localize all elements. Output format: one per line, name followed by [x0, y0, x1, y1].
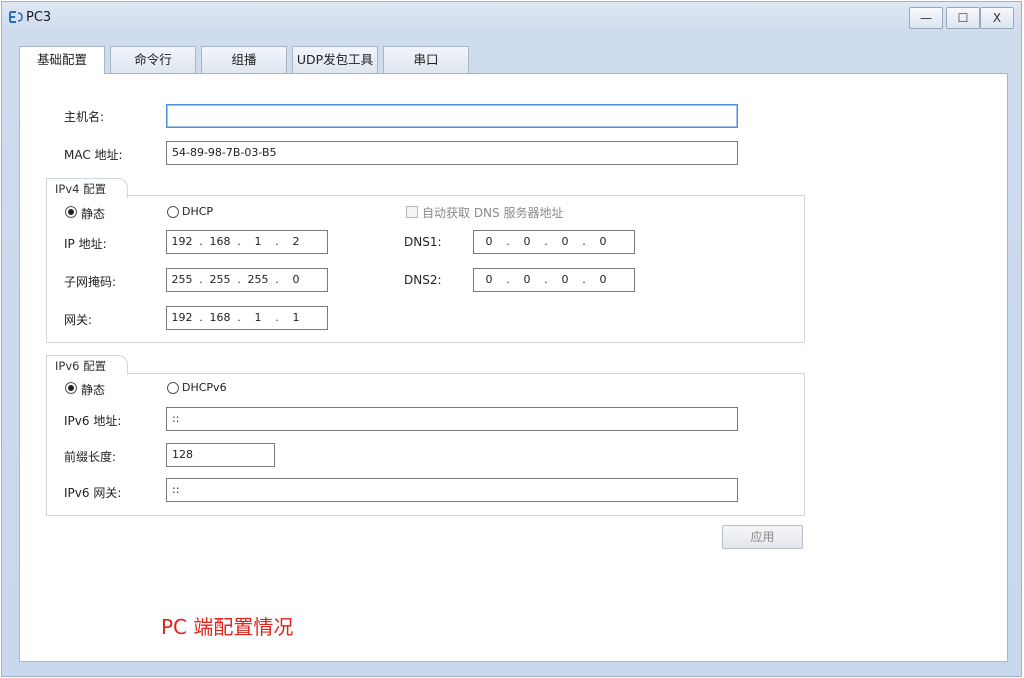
- pc3-window: PC3 — ☐ X 基础配置 命令行 组播 UDP发包工具 串口 主机名: MA…: [1, 1, 1022, 677]
- ipv4-dhcp-label: DHCP: [182, 205, 214, 218]
- subnet-mask-label: 子网掩码:: [64, 275, 117, 289]
- hostname-input[interactable]: [166, 104, 738, 128]
- minimize-icon: —: [920, 11, 932, 25]
- mac-field: 54-89-98-7B-03-B5: [166, 141, 738, 165]
- apply-button[interactable]: 应用: [722, 525, 803, 549]
- ipv4-static-label: 静态: [81, 207, 106, 221]
- mask-octet: 255: [209, 273, 231, 286]
- ip-address-label: IP 地址:: [64, 237, 107, 251]
- tab-multicast[interactable]: 组播: [201, 46, 287, 73]
- ip-address-input[interactable]: 192. 168. 1. 2: [166, 230, 328, 254]
- gateway-octet: 1: [254, 311, 262, 324]
- maximize-icon: ☐: [957, 11, 969, 25]
- ipv4-dhcp-radio[interactable]: [167, 206, 179, 218]
- ipv4-group-title: IPv4 配置: [46, 178, 128, 198]
- ipv6-group-title: IPv6 配置: [46, 355, 128, 375]
- ip-octet: 168: [209, 235, 231, 248]
- ipv6-dhcp-radio[interactable]: [167, 382, 179, 394]
- tab-udp-tool[interactable]: UDP发包工具: [292, 46, 378, 73]
- ipv6-gateway-label: IPv6 网关:: [64, 486, 122, 500]
- ipv6-address-input[interactable]: ::: [166, 407, 738, 431]
- dns2-octet: 0: [523, 273, 531, 286]
- tab-serial[interactable]: 串口: [383, 46, 469, 73]
- dns1-octet: 0: [599, 235, 607, 248]
- hostname-label: 主机名:: [64, 110, 105, 124]
- close-button[interactable]: X: [980, 7, 1014, 29]
- close-icon: X: [992, 11, 1002, 25]
- ipv6-gateway-input[interactable]: ::: [166, 478, 738, 502]
- mask-octet: 0: [292, 273, 300, 286]
- subnet-mask-input[interactable]: 255. 255. 255. 0: [166, 268, 328, 292]
- ip-octet: 2: [292, 235, 300, 248]
- dns2-label: DNS2:: [404, 273, 442, 287]
- gateway-input[interactable]: 192. 168. 1. 1: [166, 306, 328, 330]
- dns2-octet: 0: [599, 273, 607, 286]
- ipv6-address-label: IPv6 地址:: [64, 414, 122, 428]
- dns1-input[interactable]: 0. 0. 0. 0: [473, 230, 635, 254]
- minimize-button[interactable]: —: [909, 7, 943, 29]
- ip-octet: 192: [171, 235, 193, 248]
- prefix-length-input[interactable]: 128: [166, 443, 275, 467]
- gateway-octet: 168: [209, 311, 231, 324]
- gateway-octet: 192: [171, 311, 193, 324]
- dns1-octet: 0: [485, 235, 493, 248]
- maximize-button[interactable]: ☐: [946, 7, 980, 29]
- auto-dns-checkbox[interactable]: [406, 206, 418, 218]
- dns2-input[interactable]: 0. 0. 0. 0: [473, 268, 635, 292]
- caption-text: PC 端配置情况: [161, 615, 294, 639]
- ipv6-static-label: 静态: [81, 383, 106, 397]
- tab-basic-config[interactable]: 基础配置: [19, 46, 105, 74]
- prefix-length-label: 前缀长度:: [64, 450, 117, 464]
- pc-app-icon: [9, 11, 23, 23]
- tab-command-line[interactable]: 命令行: [110, 46, 196, 73]
- ipv6-static-radio[interactable]: [65, 382, 77, 394]
- dns1-octet: 0: [523, 235, 531, 248]
- mask-octet: 255: [247, 273, 269, 286]
- ipv6-dhcp-label: DHCPv6: [182, 381, 227, 394]
- mask-octet: 255: [171, 273, 193, 286]
- mac-label: MAC 地址:: [64, 148, 123, 162]
- dns2-octet: 0: [485, 273, 493, 286]
- ip-octet: 1: [254, 235, 262, 248]
- dns2-octet: 0: [561, 273, 569, 286]
- gateway-octet: 1: [292, 311, 300, 324]
- ipv4-static-radio[interactable]: [65, 206, 77, 218]
- title-bar[interactable]: PC3 — ☐ X: [2, 2, 1021, 34]
- dns1-octet: 0: [561, 235, 569, 248]
- gateway-label: 网关:: [64, 313, 93, 327]
- auto-dns-label: 自动获取 DNS 服务器地址: [422, 206, 564, 220]
- dns1-label: DNS1:: [404, 235, 442, 249]
- window-title: PC3: [26, 10, 52, 25]
